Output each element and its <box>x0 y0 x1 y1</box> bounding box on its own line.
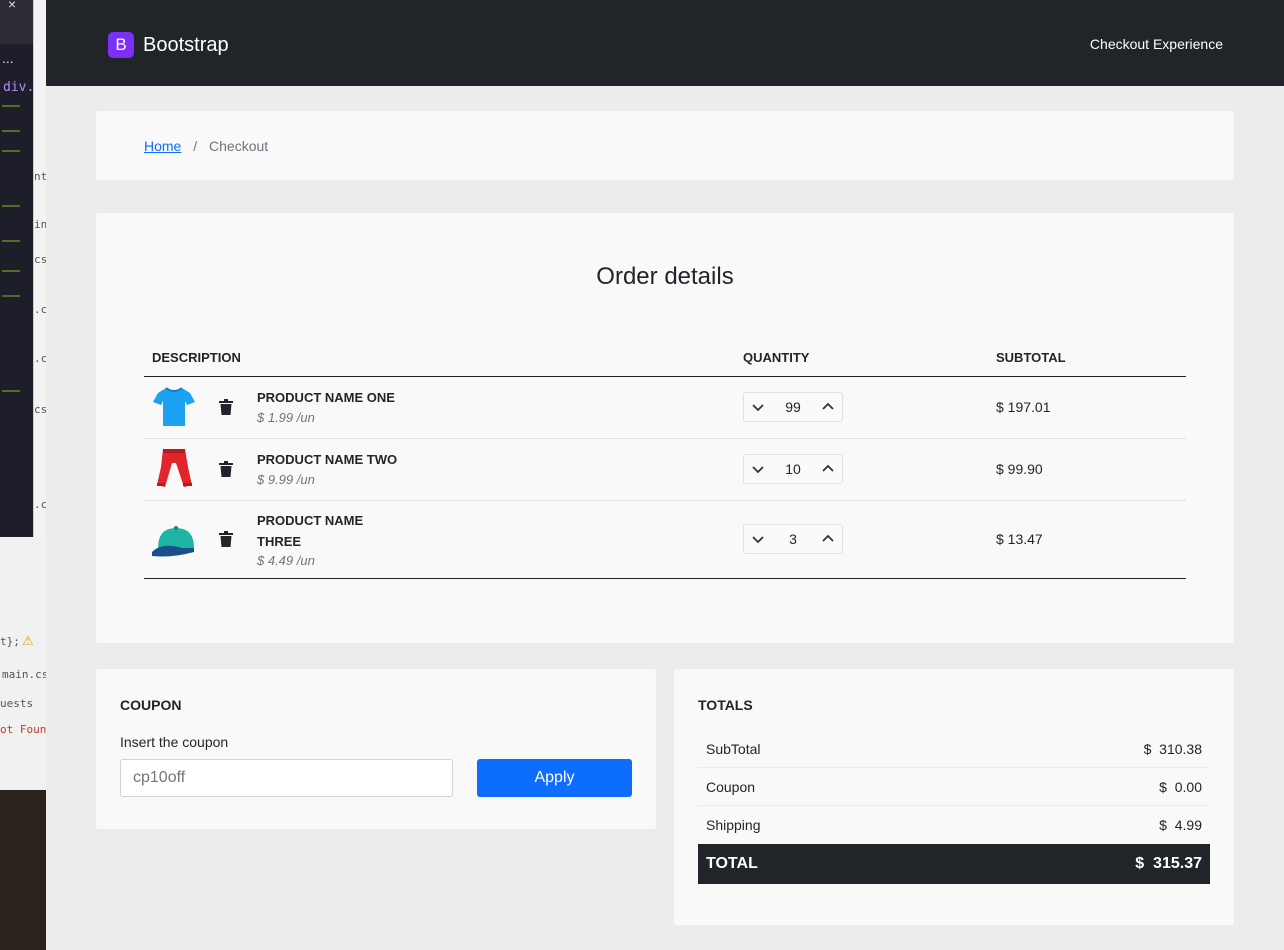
quantity-stepper: 99 <box>743 392 843 422</box>
warning-icon: ⚠ <box>22 633 34 648</box>
breadcrumb: Home / Checkout <box>144 138 268 154</box>
product-name: PRODUCT NAME ONE <box>257 390 395 405</box>
totals-title: TOTALS <box>698 697 753 713</box>
background-desktop <box>0 790 46 950</box>
chevron-up-icon[interactable] <box>822 463 834 475</box>
order-title: Order details <box>596 263 734 290</box>
chevron-up-icon[interactable] <box>822 401 834 413</box>
totals-value: $ 4.99 <box>1159 817 1202 833</box>
grand-total-bar: TOTAL $ 315.37 <box>698 844 1210 884</box>
totals-label: SubTotal <box>706 740 761 757</box>
code-line <box>2 150 20 152</box>
chevron-down-icon[interactable] <box>752 463 764 475</box>
grand-total-value: $ 315.37 <box>1135 855 1202 872</box>
trash-icon[interactable] <box>219 531 233 547</box>
brand[interactable]: B Bootstrap <box>108 32 229 58</box>
navbar: B Bootstrap Checkout Experience <box>46 0 1284 86</box>
table-footer-divider <box>144 578 1186 579</box>
order-details-card: Order details DESCRIPTION QUANTITY SUBTO… <box>96 213 1234 643</box>
code-line <box>2 240 20 242</box>
background-snippet: .c <box>34 498 46 511</box>
chevron-down-icon[interactable] <box>752 533 764 545</box>
product-name: PRODUCT NAME TWO <box>257 452 398 467</box>
coupon-input[interactable] <box>120 759 453 797</box>
row-subtotal: $ 99.90 <box>996 461 1043 477</box>
coupon-title: COUPON <box>120 697 182 713</box>
coupon-card: COUPON Insert the coupon Apply <box>96 669 656 829</box>
background-snippet: cs <box>34 403 46 416</box>
tab-file[interactable]: main.cs <box>2 668 46 681</box>
code-line <box>2 270 20 272</box>
quantity-stepper: 10 <box>743 454 843 484</box>
teal-cap-icon <box>152 526 194 557</box>
totals-row-subtotal: SubTotal $ 310.38 <box>698 730 1210 768</box>
header-subtotal: SUBTOTAL <box>996 350 1066 365</box>
grand-total-label: TOTAL <box>706 855 758 872</box>
background-snippet: .c <box>34 352 46 365</box>
checkout-experience-link[interactable]: Checkout Experience <box>1090 36 1223 52</box>
row-subtotal: $ 197.01 <box>996 399 1051 415</box>
header-quantity: QUANTITY <box>743 350 810 365</box>
coupon-label: Insert the coupon <box>120 734 229 750</box>
row-subtotal: $ 13.47 <box>996 531 1043 547</box>
product-unit-price: $ 9.99 /un <box>257 472 315 487</box>
code-line <box>2 205 20 207</box>
chevron-down-icon[interactable] <box>752 401 764 413</box>
red-pants-icon <box>157 449 192 487</box>
background-snippet: .c <box>34 303 46 316</box>
trash-icon[interactable] <box>219 461 233 477</box>
code-line <box>2 105 20 107</box>
product-unit-price: $ 1.99 /un <box>257 410 315 425</box>
totals-value: $ 310.38 <box>1143 740 1202 757</box>
code-line <box>2 295 20 297</box>
error-text: ot Found <box>0 723 46 736</box>
quantity-value[interactable]: 99 <box>785 399 801 415</box>
background-dark-panel: × ... div.d <box>0 0 42 537</box>
totals-label: Coupon <box>706 778 756 795</box>
table-row: PRODUCT NAME ONE $ 1.99 /un 99 $ 197.01 <box>144 377 1186 438</box>
trash-icon[interactable] <box>219 399 233 415</box>
breadcrumb-card: Home / Checkout <box>96 111 1234 180</box>
tab-requests[interactable]: uests <box>0 697 33 710</box>
background-snippet: cs <box>34 253 46 266</box>
bootstrap-logo-icon: B <box>108 32 134 58</box>
close-icon[interactable]: × <box>8 0 16 12</box>
ellipsis-text: ... <box>2 50 14 66</box>
blue-tshirt-icon <box>153 387 195 426</box>
product-name: PRODUCT NAME THREE <box>257 513 364 549</box>
quantity-stepper: 3 <box>743 524 843 554</box>
table-row: PRODUCT NAME THREE $ 4.49 /un 3 $ 13.47 <box>144 501 1186 578</box>
breadcrumb-current: Checkout <box>209 138 269 154</box>
totals-card: TOTALS SubTotal $ 310.38 Coupon $ 0.00 S… <box>674 669 1234 925</box>
code-fragment-text: t}; <box>0 635 20 648</box>
background-snippet: in <box>34 218 46 231</box>
totals-row-coupon: Coupon $ 0.00 <box>698 768 1210 806</box>
totals-value: $ 0.00 <box>1159 778 1202 795</box>
chevron-up-icon[interactable] <box>822 533 834 545</box>
breadcrumb-home-link[interactable]: Home <box>144 138 181 154</box>
brand-name: Bootstrap <box>143 33 229 56</box>
table-row: PRODUCT NAME TWO $ 9.99 /un 10 $ 99.90 <box>144 439 1186 500</box>
quantity-value[interactable]: 3 <box>789 531 797 547</box>
code-line <box>2 390 20 392</box>
product-unit-price: $ 4.49 /un <box>257 553 315 568</box>
background-devtools-panel: t}; ⚠ main.cs uests ot Found <box>0 537 46 790</box>
totals-label: Shipping <box>706 817 761 833</box>
header-description: DESCRIPTION <box>152 350 241 365</box>
apply-button[interactable]: Apply <box>477 759 632 797</box>
breadcrumb-separator: / <box>193 138 198 154</box>
totals-row-shipping: Shipping $ 4.99 <box>698 806 1210 844</box>
code-line <box>2 130 20 132</box>
background-snippet: nt <box>34 170 46 183</box>
background-titlebar <box>0 0 33 44</box>
background-window: × ... div.d nt in cs .c .c cs .c t}; ⚠ m… <box>0 0 46 950</box>
quantity-value[interactable]: 10 <box>785 461 801 477</box>
